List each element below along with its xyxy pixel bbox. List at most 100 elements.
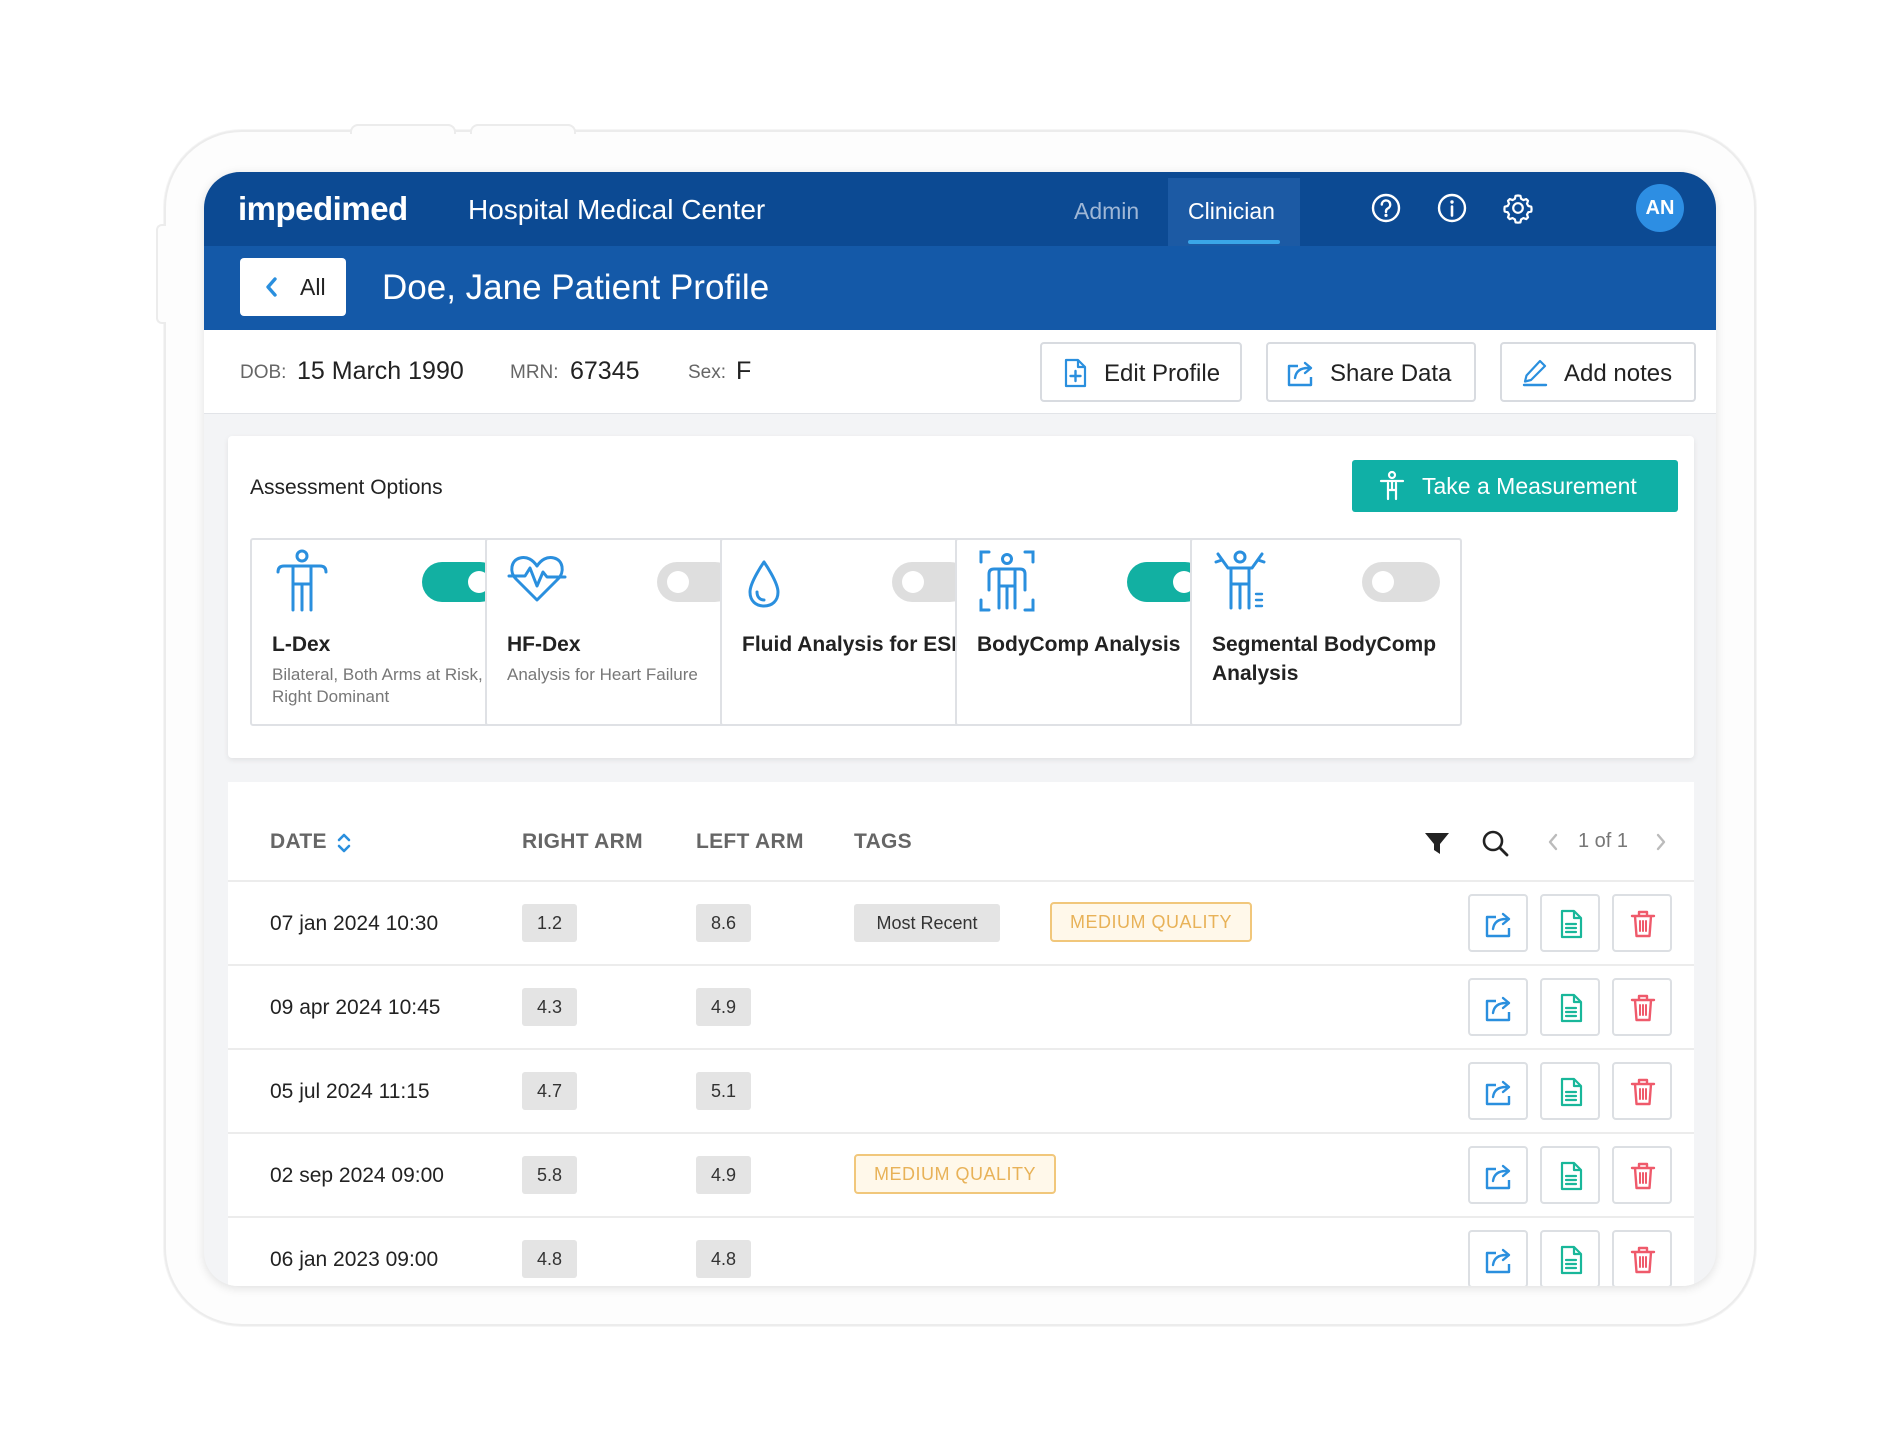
user-avatar[interactable]: AN xyxy=(1636,184,1684,232)
right-arm-value: 4.7 xyxy=(522,1072,578,1110)
nav-tab-clinician[interactable]: Clinician xyxy=(1168,178,1300,246)
report-row-button[interactable] xyxy=(1540,894,1600,952)
report-row-button[interactable] xyxy=(1540,1062,1600,1120)
sex-value: F xyxy=(736,357,752,385)
share-row-button[interactable] xyxy=(1468,1146,1528,1204)
nav-tab-admin[interactable]: Admin xyxy=(1074,198,1139,225)
column-header-tags: TAGS xyxy=(854,830,912,853)
patient-info-bar: DOB: 15 March 1990 MRN: 67345 Sex: F Edi… xyxy=(204,330,1716,414)
row-date: 07 jan 2024 10:30 xyxy=(270,912,439,935)
assessment-card-fluid-analysis[interactable]: Fluid Analysis for ESRD xyxy=(720,538,992,726)
delete-row-button[interactable] xyxy=(1612,894,1672,952)
assessment-card-bodycomp[interactable]: BodyComp Analysis xyxy=(955,538,1227,726)
share-data-button[interactable]: Share Data xyxy=(1266,342,1476,402)
back-to-all-button[interactable]: All xyxy=(240,258,346,316)
segmental-bodycomp-toggle[interactable] xyxy=(1362,562,1440,602)
delete-row-button[interactable] xyxy=(1612,1230,1672,1286)
share-row-button[interactable] xyxy=(1468,1062,1528,1120)
share-data-label: Share Data xyxy=(1330,360,1452,387)
tablet-side-button xyxy=(156,224,166,324)
toggle-knob xyxy=(902,571,924,593)
take-measurement-label: Take a Measurement xyxy=(1422,473,1637,499)
brand-logo[interactable]: impedimed xyxy=(238,190,408,228)
tablet-top-button xyxy=(470,124,576,134)
assessment-card-l-dex[interactable]: L-Dex Bilateral, Both Arms at Risk, Righ… xyxy=(250,538,522,726)
trash-icon xyxy=(1630,1078,1656,1106)
table-row[interactable]: 02 sep 2024 09:00 5.8 4.9 MEDIUM QUALITY xyxy=(228,1132,1694,1216)
measurements-table: DATE RIGHT ARM LEFT ARM TAGS 1 of 1 07 j… xyxy=(228,782,1694,1286)
chevron-right-icon[interactable] xyxy=(1654,832,1668,852)
page-title: Doe, Jane Patient Profile xyxy=(382,268,770,307)
row-date: 06 jan 2023 09:00 xyxy=(270,1248,439,1271)
left-arm-value: 5.1 xyxy=(696,1072,752,1110)
share-icon xyxy=(1485,1164,1511,1190)
card-subtitle: Analysis for Heart Failure xyxy=(507,665,698,684)
table-row[interactable]: 06 jan 2023 09:00 4.8 4.8 xyxy=(228,1216,1694,1286)
share-icon xyxy=(1287,361,1313,387)
left-arm-value: 4.9 xyxy=(696,988,752,1026)
row-date: 05 jul 2024 11:15 xyxy=(270,1080,430,1103)
share-icon xyxy=(1485,1248,1511,1274)
app-screen: impedimed Hospital Medical Center Admin … xyxy=(204,172,1716,1286)
edit-profile-label: Edit Profile xyxy=(1104,360,1221,387)
toggle-knob xyxy=(667,571,689,593)
nav-tab-clinician-label: Clinician xyxy=(1188,198,1275,224)
trash-icon xyxy=(1630,1162,1656,1190)
document-icon xyxy=(1560,993,1583,1023)
row-date: 02 sep 2024 09:00 xyxy=(270,1164,444,1187)
left-arm-value: 8.6 xyxy=(696,904,752,942)
report-row-button[interactable] xyxy=(1540,1230,1600,1286)
person-icon xyxy=(1379,470,1405,501)
take-measurement-button[interactable]: Take a Measurement xyxy=(1352,460,1678,512)
share-row-button[interactable] xyxy=(1468,978,1528,1036)
mrn-label: MRN: xyxy=(510,362,559,383)
document-icon xyxy=(1560,909,1583,939)
assessment-options-panel: Assessment Options Take a Measurement L-… xyxy=(228,436,1694,758)
add-notes-button[interactable]: Add notes xyxy=(1500,342,1696,402)
assessment-options-title: Assessment Options xyxy=(250,476,443,499)
right-arm-value: 4.8 xyxy=(522,1240,578,1278)
delete-row-button[interactable] xyxy=(1612,1146,1672,1204)
settings-icon[interactable] xyxy=(1502,192,1534,224)
column-header-right-arm: RIGHT ARM xyxy=(522,830,643,853)
share-row-button[interactable] xyxy=(1468,1230,1528,1286)
file-plus-icon xyxy=(1064,358,1087,388)
delete-row-button[interactable] xyxy=(1612,1062,1672,1120)
add-notes-label: Add notes xyxy=(1564,360,1673,387)
delete-row-button[interactable] xyxy=(1612,978,1672,1036)
card-title: BodyComp Analysis xyxy=(977,633,1181,656)
profile-title-bar: All Doe, Jane Patient Profile xyxy=(204,246,1716,330)
edit-profile-button[interactable]: Edit Profile xyxy=(1040,342,1242,402)
report-row-button[interactable] xyxy=(1540,1146,1600,1204)
report-row-button[interactable] xyxy=(1540,978,1600,1036)
right-arm-value: 1.2 xyxy=(522,904,578,942)
share-icon xyxy=(1485,1080,1511,1106)
document-icon xyxy=(1560,1161,1583,1191)
search-icon[interactable] xyxy=(1480,828,1510,858)
sex-label: Sex: xyxy=(688,362,727,383)
chevron-left-icon[interactable] xyxy=(1546,832,1560,852)
hospital-name: Hospital Medical Center xyxy=(468,194,766,225)
column-header-date[interactable]: DATE xyxy=(270,830,327,854)
share-row-button[interactable] xyxy=(1468,894,1528,952)
table-row[interactable]: 05 jul 2024 11:15 4.7 5.1 xyxy=(228,1048,1694,1132)
assessment-card-segmental-bodycomp[interactable]: Segmental BodyComp Analysis xyxy=(1190,538,1462,726)
sort-icon[interactable] xyxy=(336,832,352,854)
table-row[interactable]: 09 apr 2024 10:45 4.3 4.9 xyxy=(228,964,1694,1048)
body-segmental-icon xyxy=(1214,550,1266,610)
tag-most-recent: Most Recent xyxy=(854,904,1000,942)
filter-icon[interactable] xyxy=(1422,828,1452,858)
info-icon[interactable] xyxy=(1436,192,1468,224)
assessment-card-hf-dex[interactable]: HF-Dex Analysis for Heart Failure xyxy=(485,538,757,726)
card-title: Fluid Analysis for ESRD xyxy=(742,633,982,656)
card-subtitle: Bilateral, Both Arms at Risk, Right Domi… xyxy=(272,665,483,706)
chevron-left-icon xyxy=(266,277,277,297)
pencil-icon xyxy=(1522,359,1548,387)
right-arm-value: 4.3 xyxy=(522,988,578,1026)
tag-medium-quality: MEDIUM QUALITY xyxy=(854,1154,1056,1194)
help-icon[interactable] xyxy=(1370,192,1402,224)
tag-medium-quality: MEDIUM QUALITY xyxy=(1050,902,1252,942)
right-arm-value: 5.8 xyxy=(522,1156,578,1194)
table-row[interactable]: 07 jan 2024 10:30 1.2 8.6 Most Recent ME… xyxy=(228,880,1694,964)
left-arm-value: 4.9 xyxy=(696,1156,752,1194)
